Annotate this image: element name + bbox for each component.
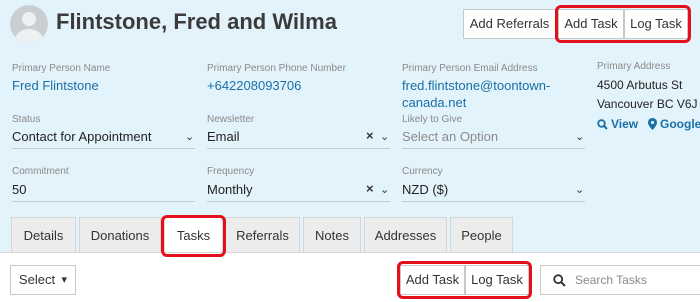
newsletter-value: Email [207, 129, 240, 144]
select-dropdown-button[interactable]: Select ▾ [10, 265, 76, 295]
search-input[interactable]: Search Tasks [575, 273, 647, 287]
google-map-link[interactable]: Google [660, 117, 700, 131]
primary-phone-link[interactable]: +642208093706 [207, 78, 301, 93]
primary-person-name-label: Primary Person Name [12, 63, 111, 74]
chevron-down-icon: ⌄ [575, 131, 585, 143]
likely-to-give-placeholder: Select an Option [402, 129, 499, 144]
tab-donations[interactable]: Donations [79, 217, 161, 253]
chevron-down-icon: ⌄ [380, 184, 390, 196]
status-select[interactable]: Contact for Appointment ⌄ [12, 127, 195, 149]
currency-select[interactable]: NZD ($) ⌄ [402, 180, 585, 202]
search-box[interactable]: Search Tasks [540, 265, 700, 295]
primary-email-link-cont[interactable]: canada.net [402, 95, 466, 110]
chevron-down-icon: ⌄ [380, 131, 390, 143]
currency-label: Currency [402, 166, 443, 177]
avatar [10, 5, 48, 43]
highlight-box [161, 215, 226, 257]
primary-address-label: Primary Address [597, 61, 671, 72]
page-title: Flintstone, Fred and Wilma [56, 9, 337, 34]
clear-icon[interactable]: × [366, 181, 374, 196]
address-line-2: Vancouver BC V6J 4 [597, 97, 700, 111]
status-value: Contact for Appointment [12, 129, 152, 144]
tab-divider [0, 252, 700, 253]
tab-addresses[interactable]: Addresses [364, 217, 447, 253]
frequency-value: Monthly [207, 182, 253, 197]
chevron-down-icon: ⌄ [575, 184, 585, 196]
newsletter-label: Newsletter [207, 114, 255, 125]
clear-icon[interactable]: × [366, 128, 374, 143]
primary-person-name-link[interactable]: Fred Flintstone [12, 78, 99, 93]
status-label: Status [12, 114, 41, 125]
frequency-select[interactable]: Monthly × ⌄ [207, 180, 390, 202]
search-icon [597, 119, 608, 130]
tab-details[interactable]: Details [11, 217, 76, 253]
commitment-label: Commitment [12, 166, 69, 177]
currency-value: NZD ($) [402, 182, 449, 197]
map-marker-icon [648, 118, 657, 130]
chevron-down-icon: ⌄ [185, 131, 195, 143]
tab-people[interactable]: People [450, 217, 513, 253]
newsletter-select[interactable]: Email × ⌄ [207, 127, 390, 149]
primary-email-label: Primary Person Email Address [402, 63, 538, 74]
primary-email-link[interactable]: fred.flintstone@toontown- [402, 78, 550, 93]
tab-referrals[interactable]: Referrals [225, 217, 300, 253]
tab-notes[interactable]: Notes [303, 217, 361, 253]
highlight-box [555, 5, 691, 43]
likely-to-give-label: Likely to Give [402, 114, 463, 125]
view-address-link[interactable]: View [611, 117, 638, 131]
address-line-1: 4500 Arbutus St [597, 78, 683, 92]
add-referrals-button[interactable]: Add Referrals [463, 9, 556, 39]
likely-to-give-select[interactable]: Select an Option ⌄ [402, 127, 585, 149]
caret-down-icon: ▾ [61, 274, 67, 286]
primary-phone-label: Primary Person Phone Number [207, 63, 346, 74]
select-label: Select [18, 272, 56, 287]
frequency-label: Frequency [207, 166, 255, 177]
search-icon [553, 274, 566, 287]
commitment-input[interactable]: 50 [12, 180, 195, 202]
highlight-box [397, 261, 532, 299]
commitment-value: 50 [12, 182, 27, 197]
